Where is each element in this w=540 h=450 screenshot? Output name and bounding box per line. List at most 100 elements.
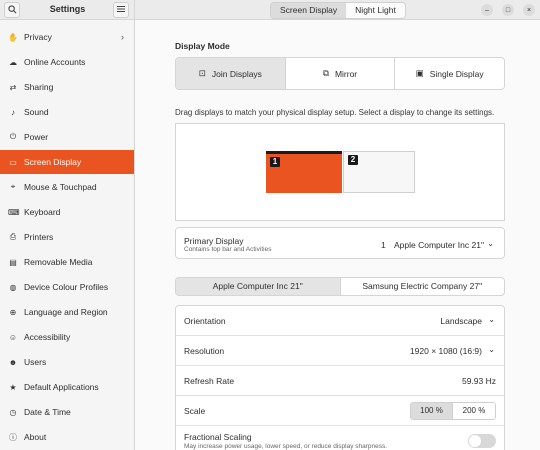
- single-display-icon: ▣: [415, 68, 424, 78]
- sidebar-item-default-applications[interactable]: ★ Default Applications: [0, 375, 134, 399]
- sidebar-item-label: Keyboard: [24, 207, 61, 217]
- sidebar-item-online-accounts[interactable]: ☁ Online Accounts: [0, 50, 134, 74]
- maximize-button[interactable]: □: [502, 4, 514, 16]
- tab-night-light[interactable]: Night Light: [346, 3, 405, 18]
- display-settings-list: Orientation Landscape ⌄ Resolution 1920 …: [175, 305, 505, 450]
- sidebar-item-label: Screen Display: [24, 157, 82, 167]
- main-panel: Display Mode ⊡ Join Displays ⧉ Mirror ▣ …: [135, 20, 540, 450]
- mirror-icon: ⧉: [322, 68, 329, 78]
- single-display-button[interactable]: ▣ Single Display: [395, 58, 504, 89]
- scale-100-button[interactable]: 100 %: [411, 403, 453, 419]
- orientation-value: Landscape: [440, 316, 482, 326]
- chevron-down-icon: ⌄: [487, 239, 494, 248]
- sidebar-item-users[interactable]: ☻ Users: [0, 350, 134, 374]
- sidebar-item-label: Mouse & Touchpad: [24, 182, 97, 192]
- arrangement-hint: Drag displays to match your physical dis…: [175, 108, 495, 117]
- display-arrangement-area: 1 2: [175, 123, 505, 221]
- sidebar-item-label: Sound: [24, 107, 49, 117]
- orientation-row[interactable]: Orientation Landscape ⌄: [176, 306, 504, 336]
- sidebar-item-date-time[interactable]: ◷ Date & Time: [0, 400, 134, 424]
- media-icon: ▤: [9, 257, 17, 267]
- sidebar: ✋ Privacy › ☁ Online Accounts ⇄ Sharing …: [0, 20, 135, 450]
- tab-apple-display[interactable]: Apple Computer Inc 21": [176, 278, 341, 295]
- sidebar-item-label: Privacy: [24, 32, 52, 42]
- hamburger-icon: [117, 5, 125, 15]
- sidebar-item-label: Language and Region: [24, 307, 108, 317]
- sidebar-item-removable-media[interactable]: ▤ Removable Media: [0, 250, 134, 274]
- keyboard-icon: ⌨: [8, 207, 20, 217]
- sidebar-item-about[interactable]: ⓘ About: [0, 425, 134, 449]
- sidebar-item-keyboard[interactable]: ⌨ Keyboard: [0, 200, 134, 224]
- star-icon: ★: [9, 382, 17, 392]
- sidebar-item-sound[interactable]: ♪ Sound: [0, 100, 134, 124]
- accessibility-icon: ☺: [8, 332, 18, 342]
- sidebar-item-printers[interactable]: ⎙ Printers: [0, 225, 134, 249]
- sidebar-item-label: Online Accounts: [24, 57, 86, 67]
- refresh-rate-value: 59.93 Hz: [461, 376, 496, 386]
- monitor-2[interactable]: 2: [343, 151, 415, 193]
- music-note-icon: ♪: [11, 107, 15, 117]
- mirror-button[interactable]: ⧉ Mirror: [286, 58, 396, 89]
- sidebar-item-sharing[interactable]: ⇄ Sharing: [0, 75, 134, 99]
- scale-label: Scale: [184, 406, 206, 416]
- primary-display-value: Apple Computer Inc 21": [394, 240, 484, 250]
- mode-label: Join Displays: [211, 68, 262, 79]
- minimize-button[interactable]: –: [481, 4, 493, 16]
- sidebar-header: Settings: [0, 0, 135, 20]
- tab-samsung-display[interactable]: Samsung Electric Company 27": [341, 278, 505, 295]
- globe-icon: ⊕: [9, 307, 17, 317]
- fractional-scaling-toggle[interactable]: [468, 434, 496, 448]
- display-icon: ▭: [9, 157, 17, 167]
- resolution-value: 1920 × 1080 (16:9): [409, 346, 482, 356]
- fractional-scaling-row: Fractional Scaling May increase power us…: [176, 426, 504, 450]
- join-displays-icon: ⊡: [198, 68, 206, 78]
- resolution-label: Resolution: [184, 346, 225, 356]
- sidebar-item-label: Device Colour Profiles: [24, 282, 109, 292]
- fractional-scaling-label: Fractional Scaling: [184, 432, 252, 442]
- refresh-rate-row: Refresh Rate 59.93 Hz: [176, 366, 504, 396]
- sidebar-item-label: Printers: [24, 232, 54, 242]
- sidebar-item-privacy[interactable]: ✋ Privacy ›: [0, 25, 134, 49]
- printer-icon: ⎙: [9, 232, 17, 241]
- sidebar-item-screen-display[interactable]: ▭ Screen Display: [0, 150, 134, 174]
- sidebar-item-label: Users: [24, 357, 47, 367]
- menu-button[interactable]: [113, 2, 129, 18]
- sidebar-item-language-region[interactable]: ⊕ Language and Region: [0, 300, 134, 324]
- sidebar-item-power[interactable]: ⏻ Power: [0, 125, 134, 149]
- tab-screen-display[interactable]: Screen Display: [271, 3, 347, 18]
- info-icon: ⓘ: [9, 432, 17, 442]
- sidebar-item-device-colour-profiles[interactable]: ◍ Device Colour Profiles: [0, 275, 134, 299]
- sidebar-item-label: Default Applications: [24, 382, 99, 392]
- monitor-number-badge: 2: [348, 155, 358, 165]
- mode-label: Single Display: [429, 68, 484, 79]
- primary-display-number: 1: [381, 240, 386, 250]
- sidebar-item-label: Sharing: [24, 82, 54, 92]
- primary-display-title: Primary Display: [184, 236, 244, 246]
- users-icon: ☻: [8, 357, 18, 367]
- scale-200-button[interactable]: 200 %: [453, 403, 495, 419]
- resolution-row[interactable]: Resolution 1920 × 1080 (16:9) ⌄: [176, 336, 504, 366]
- share-icon: ⇄: [9, 82, 17, 92]
- orientation-label: Orientation: [184, 316, 226, 326]
- color-profile-icon: ◍: [9, 282, 17, 292]
- power-icon: ⏻: [9, 132, 17, 141]
- toggle-knob: [469, 435, 481, 447]
- fractional-scaling-subtitle: May increase power usage, lower speed, o…: [184, 443, 388, 450]
- display-mode-title: Display Mode: [175, 41, 230, 51]
- chevron-right-icon: ›: [121, 32, 124, 42]
- chevron-down-icon: ⌄: [488, 315, 495, 324]
- monitor-1[interactable]: 1: [266, 151, 342, 193]
- sidebar-item-mouse-touchpad[interactable]: ⌖ Mouse & Touchpad: [0, 175, 134, 199]
- sidebar-item-label: Power: [24, 132, 49, 142]
- chevron-down-icon: ⌄: [488, 345, 495, 354]
- sidebar-item-label: Accessibility: [24, 332, 71, 342]
- close-button[interactable]: ×: [523, 4, 535, 16]
- mode-label: Mirror: [334, 68, 358, 79]
- primary-display-row[interactable]: Primary Display Contains top bar and Act…: [175, 227, 505, 259]
- cloud-icon: ☁: [9, 57, 17, 67]
- sidebar-item-accessibility[interactable]: ☺ Accessibility: [0, 325, 134, 349]
- join-displays-button[interactable]: ⊡ Join Displays: [176, 58, 286, 89]
- scale-options: 100 % 200 %: [410, 402, 496, 420]
- scale-row: Scale 100 % 200 %: [176, 396, 504, 426]
- display-selector-tabs: Apple Computer Inc 21" Samsung Electric …: [175, 277, 505, 296]
